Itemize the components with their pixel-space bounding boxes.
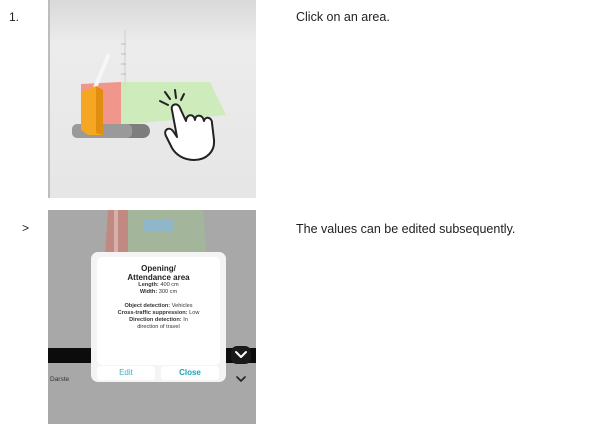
length-row: Length: 400 cm — [97, 282, 220, 289]
dialog-content: Opening/ Attendance area Length: 400 cm … — [97, 257, 220, 365]
app-screen: Darste Opening/ Attendance area Length: … — [48, 210, 256, 424]
dropdown-toggle[interactable] — [231, 346, 251, 364]
length-value: 400 cm — [160, 282, 179, 288]
direction-label: Direction detection: — [129, 317, 182, 323]
dialog-title-line2: Attendance area — [127, 273, 190, 282]
object-detection-row: Object detection: Vehicles — [97, 303, 220, 310]
dialog-title-line1: Opening/ — [141, 264, 176, 273]
area-scene — [72, 30, 226, 161]
direction-value-2: direction of travel — [137, 324, 180, 330]
step-instruction-1: Click on an area. — [296, 10, 390, 24]
cross-traffic-value: Low — [189, 310, 200, 316]
cross-traffic-label: Cross-traffic suppression: — [117, 310, 188, 316]
direction-row: Direction detection: In — [97, 317, 220, 324]
step-number-1: 1. — [9, 10, 20, 24]
length-label: Length: — [138, 282, 159, 288]
close-button[interactable]: Close — [161, 366, 219, 380]
width-label: Width: — [139, 289, 158, 295]
width-row: Width: 300 cm — [97, 289, 220, 296]
object-detection-value: Vehicles — [171, 303, 193, 309]
cross-traffic-row: Cross-traffic suppression: Low — [97, 310, 220, 317]
step-instruction-2: The values can be edited subsequently. — [296, 222, 516, 236]
area-info-dialog: Opening/ Attendance area Length: 400 cm … — [91, 252, 226, 382]
chevron-down-icon[interactable] — [235, 374, 247, 384]
background-label: Darste — [50, 376, 70, 383]
direction-value-1: In — [183, 317, 188, 323]
edit-button[interactable]: Edit — [97, 366, 155, 380]
step-number-2: > — [22, 221, 30, 235]
scene-3d-view[interactable] — [48, 0, 256, 198]
width-value: 300 cm — [158, 289, 178, 295]
chevron-down-icon — [235, 351, 247, 358]
object-detection-label: Object detection: — [124, 303, 171, 309]
